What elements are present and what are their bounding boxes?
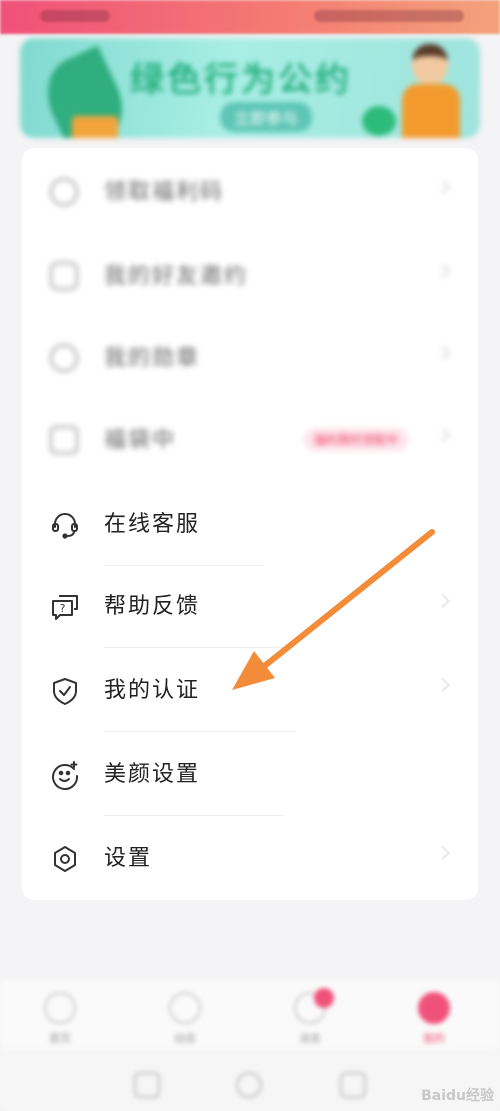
feed-icon [169,992,201,1024]
profile-icon [418,992,450,1024]
tab-me[interactable]: 我的 [404,992,464,1046]
tab-label: 动态 [174,1032,196,1045]
home-nav-icon[interactable] [236,1072,262,1098]
watermark: Baidu经验 [421,1088,494,1104]
tab-label: 首页 [49,1032,71,1045]
back-nav-icon[interactable] [340,1072,366,1098]
tab-messages[interactable]: 消息 [280,988,340,1046]
notification-dot [314,988,334,1008]
tab-label: 我的 [423,1032,445,1045]
tab-label: 消息 [299,1032,321,1045]
tab-home[interactable]: 首页 [30,992,90,1046]
home-icon [44,992,76,1024]
menu-nav-icon[interactable] [134,1072,160,1098]
bottom-tab-bar: 首页 动态 消息 我的 [0,980,500,1050]
annotation-arrow [232,529,435,690]
tab-feed[interactable]: 动态 [155,992,215,1046]
